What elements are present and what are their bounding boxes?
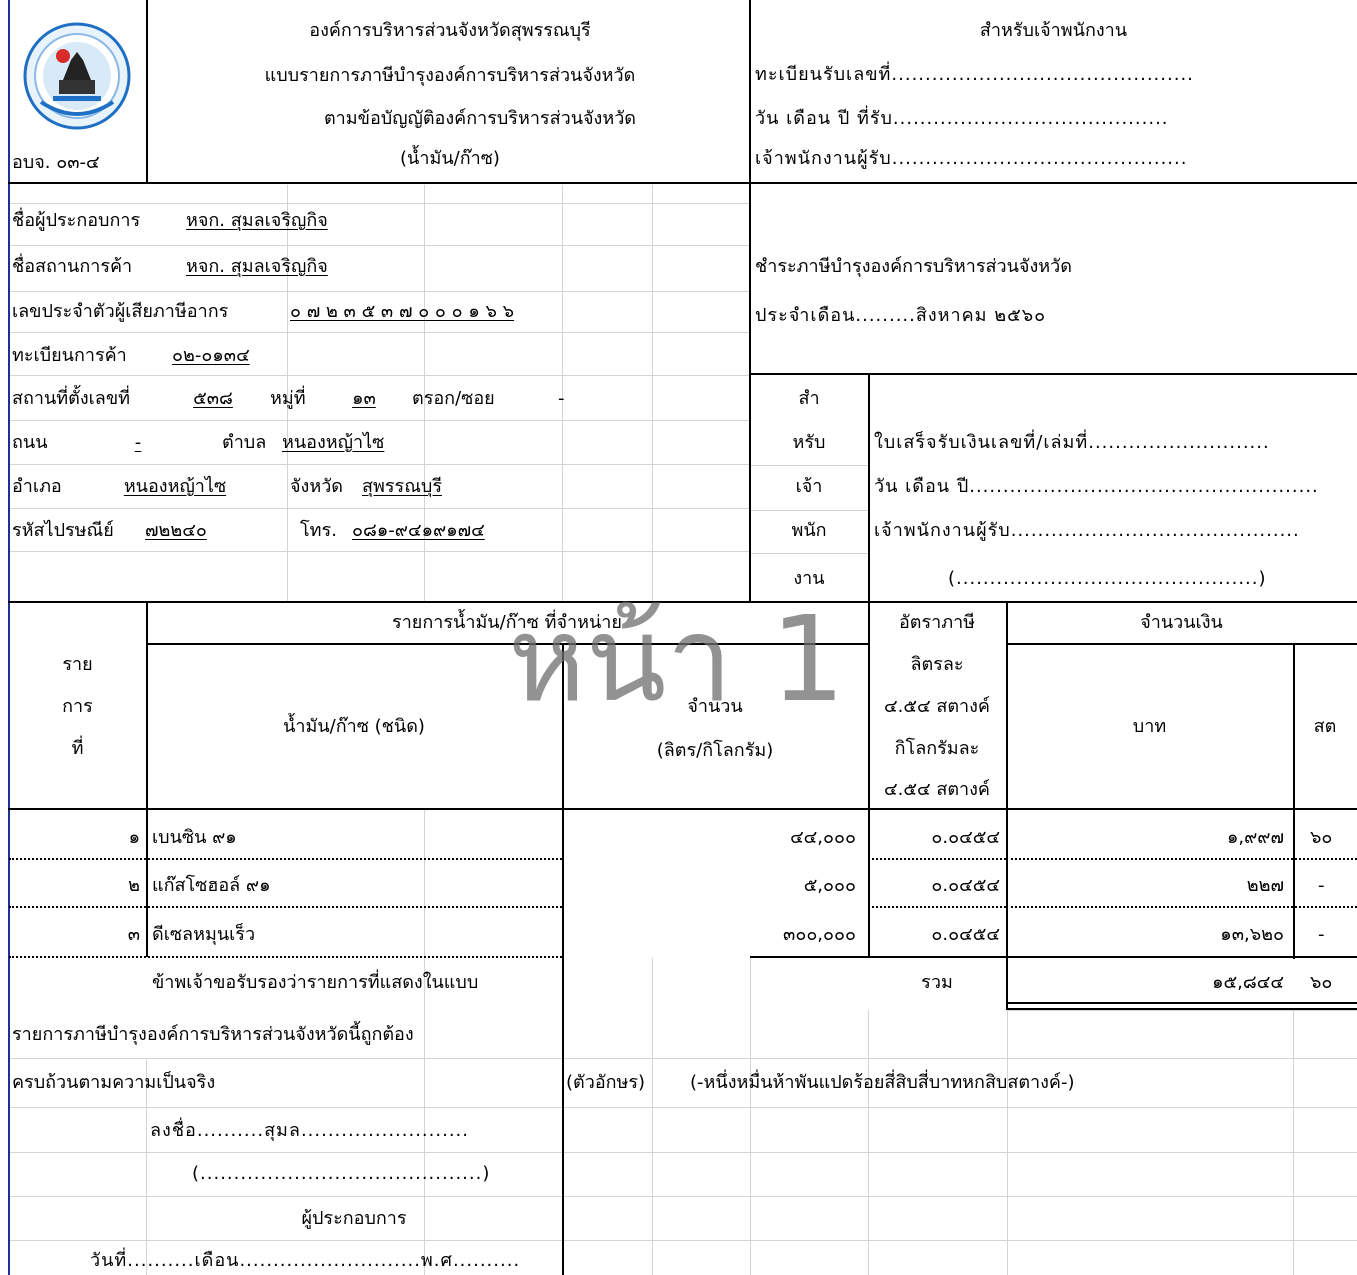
row-3-satang: -: [1318, 924, 1325, 945]
payment-line: ชำระภาษีบำรุงองค์การบริหารส่วนจังหวัด: [755, 256, 1072, 277]
officer-vertical-3: เจ้า: [795, 476, 823, 497]
signature-line: ลงชื่อ..........สุมล....................…: [150, 1120, 469, 1141]
row-2-baht: ๒๒๗: [1246, 875, 1284, 896]
row-2-rate: ๐.๐๔๕๔: [931, 875, 1000, 896]
cert-line-1: ข้าพเจ้าขอรับรองว่ารายการที่แสดงในแบบ: [152, 972, 479, 993]
col-baht-header: บาท: [1132, 716, 1167, 737]
tax-id-value: ๐ ๗ ๒ ๓ ๕ ๓ ๗ ๐ ๐ ๐ ๑ ๖ ๖: [290, 301, 515, 322]
row-3-baht: ๑๓,๖๒๐: [1220, 924, 1284, 945]
amphoe-label: อำเภอ: [12, 476, 62, 497]
row-1-satang: ๖๐: [1310, 827, 1333, 848]
cert-line-2: รายการภาษีบำรุงองค์การบริหารส่วนจังหวัดน…: [12, 1024, 414, 1045]
row-3-qty: ๓๐๐,๐๐๐: [783, 924, 856, 945]
row-1-rate: ๐.๐๔๕๔: [931, 827, 1000, 848]
form-type: (น้ำมัน/ก๊าซ): [400, 148, 500, 169]
moo-label: หมู่ที่: [270, 388, 306, 409]
receipt-signature: (.......................................…: [948, 568, 1267, 589]
tax-id-label: เลขประจำตัวผู้เสียภาษีอากร: [12, 301, 229, 322]
operator-name-label: ชื่อผู้ประกอบการ: [12, 210, 141, 231]
postcode-value: ๗๒๒๔๐: [145, 520, 207, 541]
total-satang: ๖๐: [1310, 972, 1333, 993]
seal-logo-icon: [23, 22, 131, 130]
tambon-label: ตำบล: [222, 432, 267, 453]
payment-month: ประจำเดือน.........สิงหาคม ๒๕๖๐: [755, 305, 1047, 326]
col-rate-line5: ๔.๕๔ สตางค์: [884, 779, 990, 800]
row-1-baht: ๑,๙๙๗: [1226, 827, 1284, 848]
officer-vertical-4: พนัก: [791, 520, 827, 541]
address-no-label: สถานที่ตั้งเลขที่: [12, 388, 130, 409]
form-code: อบจ. ๐๓-๔: [12, 152, 100, 173]
form-subtitle: ตามข้อบัญญัติองค์การบริหารส่วนจังหวัด: [323, 108, 636, 129]
receipt-number: ใบเสร็จรับเงินเลขที่/เล่มที่............…: [874, 432, 1270, 453]
trade-reg-value: ๐๒-๐๑๓๔: [172, 345, 250, 366]
province-label: จังหวัด: [290, 476, 343, 497]
amount-words-value: (-หนึ่งหมื่นห้าพันแปดร้อยสี่สิบสี่บาทหกส…: [690, 1072, 1075, 1093]
col-satang-header: สต: [1313, 716, 1337, 737]
officer-date-received: วัน เดือน ปี ที่รับ.....................…: [755, 108, 1169, 129]
col-rate-line3: ๔.๕๔ สตางค์: [884, 696, 990, 717]
phone-label: โทร.: [300, 520, 337, 541]
operator-name-value: หจก. สุมลเจริญกิจ: [186, 210, 328, 231]
col-rate-line1: อัตราภาษี: [898, 612, 976, 633]
col-item-line1: ราย: [62, 654, 93, 675]
page-watermark: หน้า 1: [508, 590, 846, 728]
row-3-rate: ๐.๐๔๕๔: [931, 924, 1000, 945]
row-1-type: เบนซิน ๙๑: [152, 827, 237, 848]
col-amount-header: จำนวนเงิน: [1140, 612, 1223, 633]
officer-received-by: เจ้าพนักงานผู้รับ.......................…: [755, 148, 1188, 169]
org-name: องค์การบริหารส่วนจังหวัดสุพรรณบุรี: [309, 20, 591, 41]
col-item-line3: ที่: [71, 738, 84, 759]
trade-reg-label: ทะเบียนการค้า: [12, 345, 127, 366]
road-value: -: [134, 432, 142, 453]
signature-paren: (.......................................…: [192, 1163, 491, 1184]
form-title: แบบรายการภาษีบำรุงองค์การบริหารส่วนจังหว…: [264, 65, 636, 86]
row-1-qty: ๔๔,๐๐๐: [790, 827, 856, 848]
col-rate-line2: ลิตรละ: [910, 654, 964, 675]
soi-label: ตรอก/ซอย: [412, 388, 495, 409]
col-type-header: น้ำมัน/ก๊าซ (ชนิด): [283, 716, 425, 737]
row-2-type: แก๊สโซฮอล์ ๙๑: [152, 875, 271, 896]
row-2-satang: -: [1318, 875, 1325, 896]
tambon-value: หนองหญ้าไซ: [282, 432, 385, 453]
postcode-label: รหัสไปรษณีย์: [12, 520, 114, 541]
signer-role: ผู้ประกอบการ: [301, 1208, 407, 1229]
officer-box-title: สำหรับเจ้าพนักงาน: [979, 20, 1128, 41]
officer-reg-no: ทะเบียนรับเลขที่........................…: [755, 64, 1194, 85]
total-label: รวม: [921, 972, 953, 993]
col-rate-line4: กิโลกรัมละ: [894, 738, 980, 759]
row-3-no: ๓: [127, 924, 140, 945]
phone-value: ๐๘๑-๙๔๑๙๑๗๔: [352, 520, 485, 541]
moo-value: ๑๓: [352, 388, 376, 409]
row-2-qty: ๕,๐๐๐: [803, 875, 856, 896]
shop-name-value: หจก. สุมลเจริญกิจ: [186, 256, 328, 277]
officer-vertical-2: หรับ: [792, 432, 826, 453]
amount-words-label: (ตัวอักษร): [566, 1072, 646, 1093]
soi-value: -: [558, 388, 565, 409]
total-baht: ๑๕,๘๔๔: [1212, 972, 1284, 993]
cert-line-3: ครบถ้วนตามความเป็นจริง: [12, 1072, 216, 1093]
row-1-no: ๑: [128, 827, 140, 848]
row-3-type: ดีเซลหมุนเร็ว: [152, 924, 256, 945]
col-item-line2: การ: [62, 696, 93, 717]
road-label: ถนน: [12, 432, 48, 453]
shop-name-label: ชื่อสถานการค้า: [12, 256, 133, 277]
row-2-no: ๒: [128, 875, 140, 896]
officer-vertical-1: สำ: [798, 388, 820, 409]
province-value: สุพรรณบุรี: [362, 476, 442, 497]
amphoe-value: หนองหญ้าไซ: [123, 476, 227, 497]
address-no-value: ๕๓๘: [193, 388, 233, 409]
officer-vertical-5: งาน: [793, 568, 825, 589]
sign-date: วันที่..........เดือน...................…: [90, 1250, 521, 1271]
receipt-date: วัน เดือน ปี............................…: [874, 476, 1319, 497]
col-qty-line2: (ลิตร/กิโลกรัม): [656, 740, 774, 761]
receipt-officer: เจ้าพนักงานผู้รับ.......................…: [874, 520, 1300, 541]
